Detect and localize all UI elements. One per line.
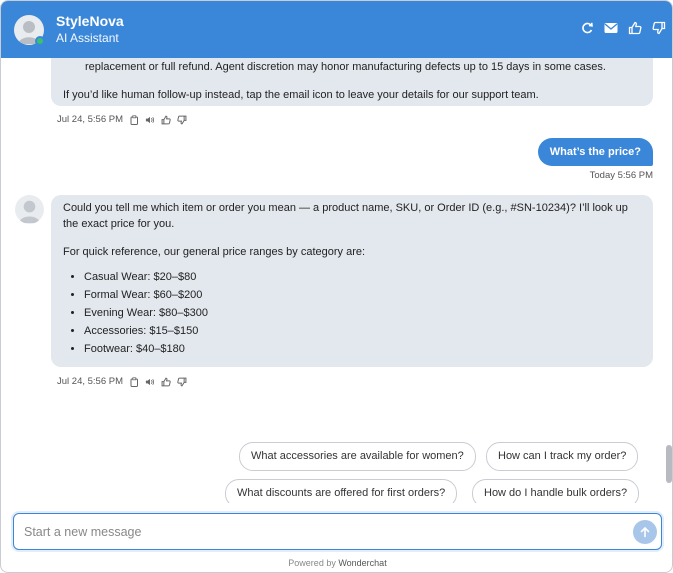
message-timestamp: Jul 24, 5:56 PM [57, 376, 124, 387]
list-item: Formal Wear: $60–$200 [84, 286, 641, 304]
message-text: replacement or full refund. Agent discre… [85, 61, 606, 73]
assistant-avatar [14, 14, 45, 46]
bot-message-previous: replacement or full refund. Agent discre… [51, 58, 653, 106]
suggestion-chip[interactable]: What accessories are available for women… [239, 442, 476, 471]
bot-message: Could you tell me which item or order yo… [51, 195, 653, 367]
email-icon[interactable] [604, 21, 618, 35]
send-button[interactable] [633, 520, 657, 544]
speaker-icon[interactable] [145, 377, 155, 387]
message-composer [13, 513, 662, 550]
copy-icon[interactable] [129, 376, 139, 387]
message-meta: Jul 24, 5:56 PM [57, 376, 187, 387]
copy-icon[interactable] [129, 114, 139, 125]
speaker-icon[interactable] [145, 115, 155, 125]
list-item: Accessories: $15–$150 [84, 322, 641, 340]
chat-header: StyleNova AI Assistant [1, 1, 672, 58]
message-timestamp: Jul 24, 5:56 PM [57, 114, 124, 125]
thumbs-down-icon[interactable] [177, 115, 187, 125]
list-item: Evening Wear: $80–$300 [84, 304, 641, 322]
user-message: What’s the price? [537, 138, 653, 166]
brand-subtitle: AI Assistant [56, 31, 119, 45]
arrow-up-icon [640, 526, 650, 538]
chat-widget: StyleNova AI Assistant replacement or fu… [0, 0, 673, 573]
refresh-icon[interactable] [580, 21, 594, 35]
powered-by-brand[interactable]: Wonderchat [338, 558, 386, 568]
thumbs-down-icon[interactable] [177, 377, 187, 387]
suggestion-chip[interactable]: How do I handle bulk orders? [472, 479, 640, 503]
thumbs-up-icon[interactable] [628, 21, 642, 35]
thumbs-up-icon[interactable] [161, 377, 171, 387]
list-item: Casual Wear: $20–$80 [84, 268, 641, 286]
message-list[interactable]: replacement or full refund. Agent discre… [1, 58, 672, 503]
message-text: Could you tell me which item or order yo… [63, 202, 628, 230]
suggestion-chip[interactable]: What discounts are offered for first ord… [225, 479, 458, 503]
brand-name: StyleNova [56, 13, 124, 29]
message-timestamp: Today 5:56 PM [589, 170, 653, 181]
powered-by: Powered by Wonderchat [1, 558, 672, 568]
scrollbar-thumb[interactable] [666, 445, 672, 483]
powered-by-prefix: Powered by [288, 558, 339, 568]
message-input[interactable] [24, 522, 614, 542]
list-item: Footwear: $40–$180 [84, 340, 641, 358]
thumbs-down-icon[interactable] [652, 21, 666, 35]
bot-avatar [15, 195, 44, 224]
price-list: Casual Wear: $20–$80 Formal Wear: $60–$2… [63, 268, 641, 358]
message-meta: Jul 24, 5:56 PM [57, 114, 187, 125]
online-status-dot [35, 35, 45, 46]
suggestion-chip[interactable]: How can I track my order? [486, 442, 639, 471]
message-text: For quick reference, our general price r… [63, 246, 366, 258]
message-text: If you’d like human follow-up instead, t… [63, 89, 539, 101]
user-silhouette-icon [18, 200, 41, 224]
brand-block: StyleNova AI Assistant [56, 13, 124, 46]
thumbs-up-icon[interactable] [161, 115, 171, 125]
header-actions [580, 21, 666, 35]
